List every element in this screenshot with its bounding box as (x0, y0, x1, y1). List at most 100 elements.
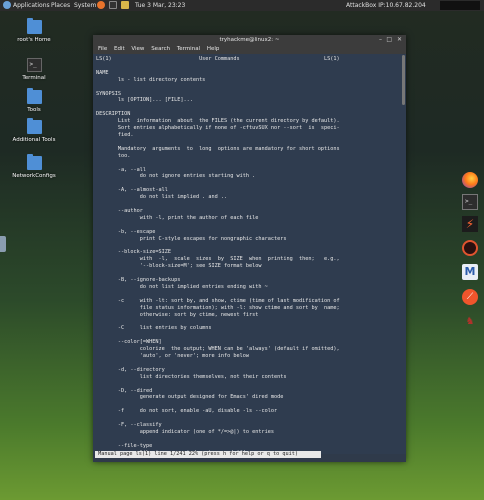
terminal-line: 'auto', or 'never'; more info below (96, 352, 250, 359)
terminal-line: -a, --all (96, 166, 146, 173)
folder-icon (26, 118, 42, 134)
terminal-line: DESCRIPTION (96, 111, 131, 118)
editor-launcher-icon[interactable] (121, 1, 129, 9)
system-menu[interactable]: System (74, 0, 96, 11)
terminal-line: -A, --almost-all (96, 187, 168, 194)
network-graph (440, 1, 480, 10)
desktop-icon-tools[interactable]: Tools (4, 88, 64, 113)
terminal-line: --block-size=SIZE (96, 249, 171, 256)
terminal-line: SYNOPSIS (96, 90, 121, 97)
terminal-output[interactable]: LS(1) User Commands LS(1) NAME ls - list… (93, 54, 406, 454)
menu-logo-icon[interactable] (3, 1, 11, 9)
firefox-launcher-icon[interactable] (97, 1, 105, 9)
desktop-icon-additional-tools[interactable]: Additional Tools (4, 118, 64, 143)
menu-help[interactable]: Help (207, 46, 220, 52)
terminal-line: LS(1) User Commands LS(1) (96, 56, 340, 62)
desktop-icon-home[interactable]: root's Home (4, 18, 64, 43)
ip-address: AttackBox IP:10.67.82.204 (346, 2, 426, 9)
terminal-line: -C list entries by columns (96, 325, 212, 332)
menu-view[interactable]: View (131, 46, 144, 52)
terminal-line: with -l, scale sizes by SIZE when printi… (96, 256, 340, 263)
terminal-line: too. (96, 152, 131, 159)
terminal-line: -c with -lt: sort by, and show, ctime (t… (96, 297, 340, 304)
places-menu[interactable]: Places (51, 0, 70, 11)
minimize-icon[interactable]: – (379, 35, 382, 45)
terminal-line: fied. (96, 131, 134, 138)
desktop-icon-label: NetworkConfigs (12, 173, 56, 179)
terminal-line: file status information); with -l: show … (96, 304, 340, 311)
terminal-line: with -l, print the author of each file (96, 214, 259, 221)
maximize-icon[interactable]: □ (386, 35, 392, 45)
compass-icon[interactable]: ⟋ (462, 289, 478, 305)
terminal-line: do not list implied . and .. (96, 194, 228, 201)
terminal-icon: >_ (26, 58, 42, 72)
terminal-launcher-icon[interactable] (109, 1, 117, 9)
terminal-line: Mandatory arguments to long options are … (96, 145, 340, 152)
terminal-line: ls - list directory contents (96, 76, 206, 83)
terminal-line: list directories themselves, not their c… (96, 373, 287, 380)
terminal-line: --color[=WHEN] (96, 339, 162, 346)
terminal-line: --file-type (96, 442, 153, 449)
terminal-line: -f do not sort, enable -aU, disable -ls … (96, 408, 278, 415)
menu-file[interactable]: File (98, 46, 107, 52)
terminal-line: -b, --escape (96, 228, 156, 235)
terminal-icon[interactable]: >_ (462, 194, 478, 210)
terminal-line: ls [OPTION]... [FILE]... (96, 97, 193, 104)
terminal-line: do not list implied entries ending with … (96, 283, 268, 290)
folder-icon (26, 154, 42, 170)
folder-icon (26, 88, 42, 104)
scrollbar-thumb[interactable] (402, 55, 405, 105)
terminal-line: append indicator (one of */=>@|) to entr… (96, 428, 275, 435)
terminal-window[interactable]: tryhackme@linux2: ~ – □ ✕ File Edit View… (93, 35, 406, 462)
top-panel: Applications Places System Tue 3 Mar, 23… (0, 0, 484, 11)
terminal-line: List information about the FILES (the cu… (96, 118, 340, 125)
desktop-icon-label: Tools (27, 107, 41, 113)
desktop-icon-terminal[interactable]: >_ Terminal (4, 58, 64, 81)
firefox-icon[interactable] (462, 172, 478, 188)
metasploit-icon[interactable]: M (462, 264, 478, 280)
side-panel-handle[interactable] (0, 236, 6, 252)
terminal-line: colorize the output; WHEN can be 'always… (96, 346, 340, 353)
menu-terminal[interactable]: Terminal (177, 46, 200, 52)
pager-status-line: Manual page ls(1) line 1/241 22% (press … (95, 451, 321, 458)
terminal-line: print C-style escapes for nongraphic cha… (96, 235, 287, 242)
terminal-line: NAME (96, 69, 109, 76)
desktop-icon-label: root's Home (17, 37, 51, 43)
desktop-icon-label: Terminal (22, 75, 46, 81)
terminal-line: -F, --classify (96, 422, 162, 429)
desktop-icon-networkconfigs[interactable]: NetworkConfigs (4, 154, 64, 179)
close-icon[interactable]: ✕ (397, 35, 402, 45)
applications-menu[interactable]: Applications (13, 0, 50, 11)
clock[interactable]: Tue 3 Mar, 23:23 (135, 0, 185, 11)
terminal-line: --author (96, 207, 143, 214)
kali-icon[interactable]: ♞ (462, 314, 478, 330)
window-title: tryhackme@linux2: ~ (219, 37, 280, 43)
terminal-line: do not ignore entries starting with . (96, 173, 256, 180)
terminal-line: -d, --directory (96, 366, 165, 373)
burp-icon[interactable]: ⚡ (462, 216, 478, 232)
terminal-line: generate output designed for Emacs' dire… (96, 394, 284, 401)
menu-edit[interactable]: Edit (114, 46, 125, 52)
window-menubar: File Edit View Search Terminal Help (93, 45, 406, 54)
terminal-line: -B, --ignore-backups (96, 277, 181, 283)
window-titlebar[interactable]: tryhackme@linux2: ~ – □ ✕ (93, 35, 406, 45)
menu-search[interactable]: Search (151, 46, 170, 52)
wireshark-icon[interactable] (462, 240, 478, 256)
